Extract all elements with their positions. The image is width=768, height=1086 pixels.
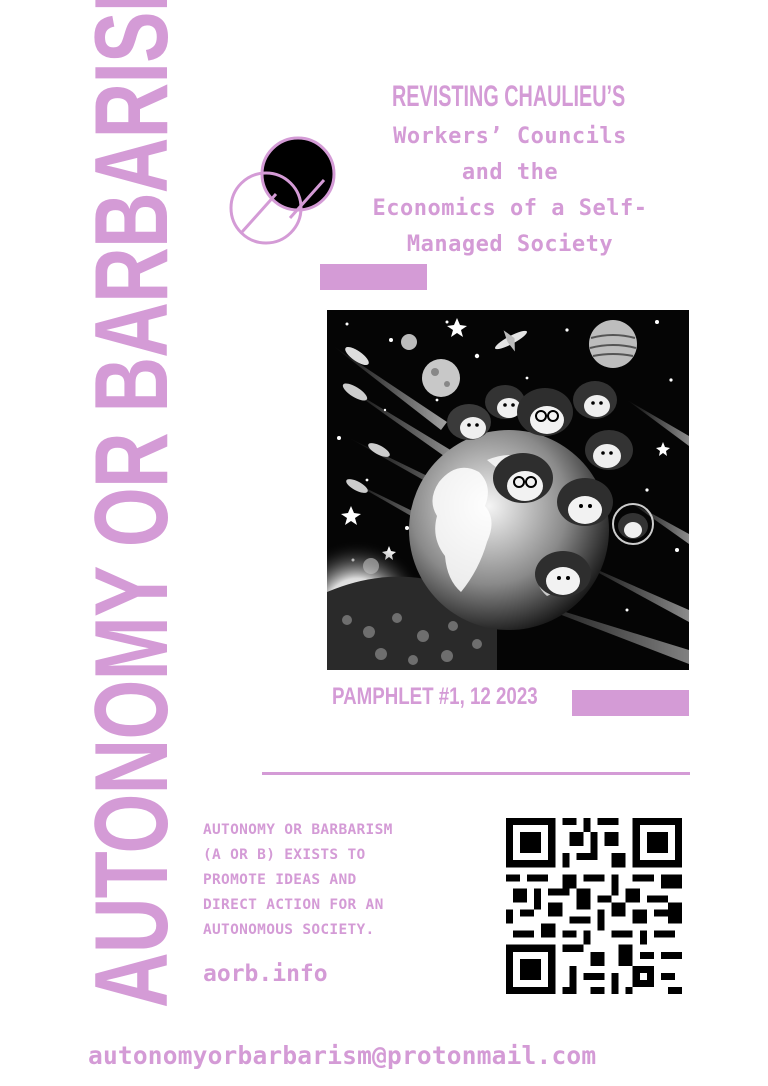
vertical-title: AUTONOMY OR BARBARISM <box>74 0 190 1008</box>
description-line-2: (A OR B) EXISTS TO <box>203 847 366 863</box>
accent-bar-bottom <box>572 690 689 716</box>
subtitle-line-3: Economics of a Self- <box>372 196 648 221</box>
description-line-5: AUTONOMOUS SOCIETY. <box>203 922 375 938</box>
subtitle-line-4: Managed Society <box>406 232 614 257</box>
website-link[interactable]: aorb.info <box>203 961 328 987</box>
space-hedgehogs-illustration <box>327 310 689 670</box>
contact-email-link[interactable]: autonomyorbarbarism@protonmail.com <box>88 1041 596 1070</box>
description-line-1: AUTONOMY OR BARBARISM <box>203 822 393 838</box>
description-line-4: DIRECT ACTION FOR AN <box>203 897 384 913</box>
pamphlet-number-date: PAMPHLET #1, 12 2023 <box>332 683 538 710</box>
subtitle-line-2: and the <box>461 160 559 185</box>
description-line-3: PROMOTE IDEAS AND <box>203 872 357 888</box>
overlapping-circles-logo-icon <box>228 132 340 248</box>
accent-bar-top <box>320 264 427 290</box>
pamphlet-heading: REVISTING CHAULIEU’S <box>392 80 626 113</box>
divider-line <box>262 772 690 775</box>
subtitle-line-1: Workers’ Councils <box>393 124 627 149</box>
qr-code-icon[interactable] <box>504 818 684 994</box>
